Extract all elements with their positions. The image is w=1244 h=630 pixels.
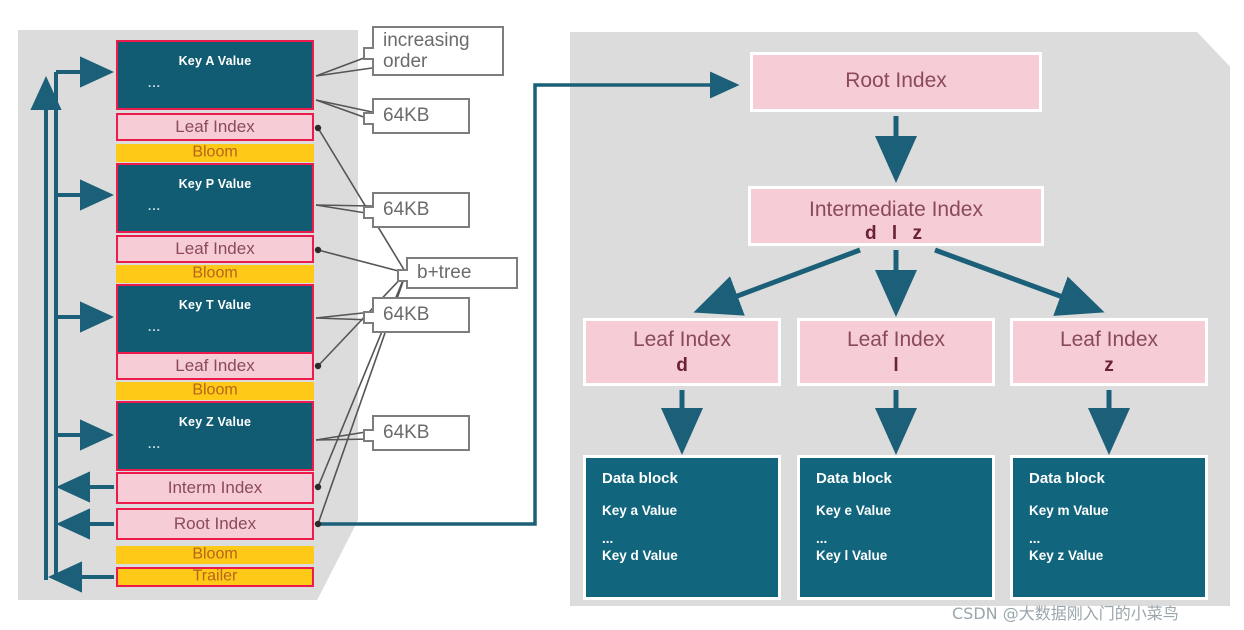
hfile-row-ellipsis: ...: [148, 76, 162, 90]
hfile-row-bloom-4: Bloom: [116, 546, 314, 564]
index-box-leaf-index-d: Leaf Index d: [583, 318, 781, 386]
index-box-key: l: [893, 355, 899, 376]
data-block-title: Data block: [816, 470, 892, 487]
index-box-keys: d l z: [865, 223, 927, 244]
data-block-ellipsis: ...: [816, 531, 828, 546]
callout-tail-icon: [363, 206, 374, 219]
hfile-row-data-block-t: Key T Value...: [116, 284, 314, 354]
hfile-row-label: Trailer: [192, 567, 238, 585]
data-block-first-key: Key m Value: [1029, 503, 1109, 518]
callout-size-64kb-2: 64KB: [363, 192, 470, 228]
index-box-leaf-index-z: Leaf Index z: [1010, 318, 1208, 386]
hfile-row-label: Bloom: [192, 143, 238, 161]
hfile-row-ellipsis: ...: [148, 437, 162, 451]
hfile-row-label: Bloom: [192, 381, 238, 399]
hfile-row-ellipsis: ...: [148, 320, 162, 334]
hfile-row-trailer: Trailer: [116, 567, 314, 587]
index-box-label: Leaf Index: [1059, 328, 1159, 351]
hfile-row-bloom-1: Bloom: [116, 144, 314, 162]
hfile-row-label: Key T Value: [178, 298, 252, 312]
hfile-row-leaf-index-3: Leaf Index: [116, 352, 314, 380]
data-block-data-block-l: Data block Key e Value... Key l Value: [797, 455, 995, 600]
callout-size-64kb-1: 64KB: [363, 98, 470, 134]
callout-tail-icon: [363, 311, 374, 324]
data-block-last-key: Key z Value: [1029, 548, 1104, 563]
index-box-label: Leaf Index: [846, 328, 946, 351]
callout-increasing-order: increasing order: [363, 26, 504, 76]
data-block-title: Data block: [602, 470, 678, 487]
index-box-label: Intermediate Index: [809, 198, 983, 221]
hfile-row-data-block-p: Key P Value...: [116, 163, 314, 233]
callout-label: 64KB: [383, 199, 430, 221]
index-box-root-index-box: Root Index: [750, 52, 1042, 112]
hfile-row-label: Leaf Index: [175, 239, 255, 258]
callout-label: b+tree: [417, 262, 472, 284]
hfile-row-bloom-3: Bloom: [116, 382, 314, 400]
callout-tail-icon: [363, 112, 374, 125]
data-block-ellipsis: ...: [1029, 531, 1041, 546]
callout-tail-icon: [397, 269, 408, 282]
index-box-label: Leaf Index: [632, 328, 732, 351]
watermark: CSDN @大数据刚入门的小菜鸟: [952, 604, 1179, 623]
callout-tail-icon: [363, 429, 374, 442]
callout-size-64kb-4: 64KB: [363, 415, 470, 451]
callout-size-64kb-3: 64KB: [363, 297, 470, 333]
callout-tail-icon: [363, 47, 374, 60]
hfile-row-data-block-z: Key Z Value...: [116, 401, 314, 471]
hfile-row-root-index: Root Index: [116, 508, 314, 540]
hfile-row-label: Root Index: [173, 514, 257, 533]
hfile-row-label: Leaf Index: [175, 356, 255, 375]
index-box-key: z: [1104, 355, 1114, 376]
hfile-row-label: Key A Value: [178, 54, 252, 68]
data-block-title: Data block: [1029, 470, 1105, 487]
data-block-last-key: Key l Value: [816, 548, 888, 563]
hfile-row-label: Key P Value: [178, 177, 252, 191]
data-block-last-key: Key d Value: [602, 548, 678, 563]
hfile-row-label: Bloom: [192, 545, 238, 563]
callout-label: increasing order: [383, 29, 470, 72]
diagram-canvas: Key A Value... Leaf Index Bloom Key P Value…: [0, 0, 1244, 630]
callout-label: 64KB: [383, 304, 430, 326]
index-box-key: d: [676, 355, 688, 376]
hfile-row-interm-index: Interm Index: [116, 472, 314, 504]
hfile-row-label: Leaf Index: [175, 117, 255, 136]
callout-btree: b+tree: [397, 257, 518, 289]
hfile-row-label: Interm Index: [167, 478, 263, 497]
hfile-row-leaf-index-1: Leaf Index: [116, 113, 314, 141]
hfile-row-ellipsis: ...: [148, 199, 162, 213]
data-block-first-key: Key e Value: [816, 503, 892, 518]
hfile-row-label: Bloom: [192, 264, 238, 282]
hfile-row-label: Key Z Value: [178, 415, 252, 429]
index-box-label: Root Index: [845, 69, 947, 92]
data-block-data-block-d: Data block Key a Value... Key d Value: [583, 455, 781, 600]
callout-label: 64KB: [383, 422, 430, 444]
hfile-row-leaf-index-2: Leaf Index: [116, 235, 314, 263]
hfile-row-data-block-a: Key A Value...: [116, 40, 314, 110]
callout-label: 64KB: [383, 105, 430, 127]
index-box-leaf-index-l: Leaf Index l: [797, 318, 995, 386]
data-block-data-block-z: Data block Key m Value... Key z Value: [1010, 455, 1208, 600]
data-block-first-key: Key a Value: [602, 503, 678, 518]
hfile-row-bloom-2: Bloom: [116, 265, 314, 283]
index-box-intermediate-index-box: Intermediate Index d l z: [748, 186, 1044, 246]
data-block-ellipsis: ...: [602, 531, 614, 546]
